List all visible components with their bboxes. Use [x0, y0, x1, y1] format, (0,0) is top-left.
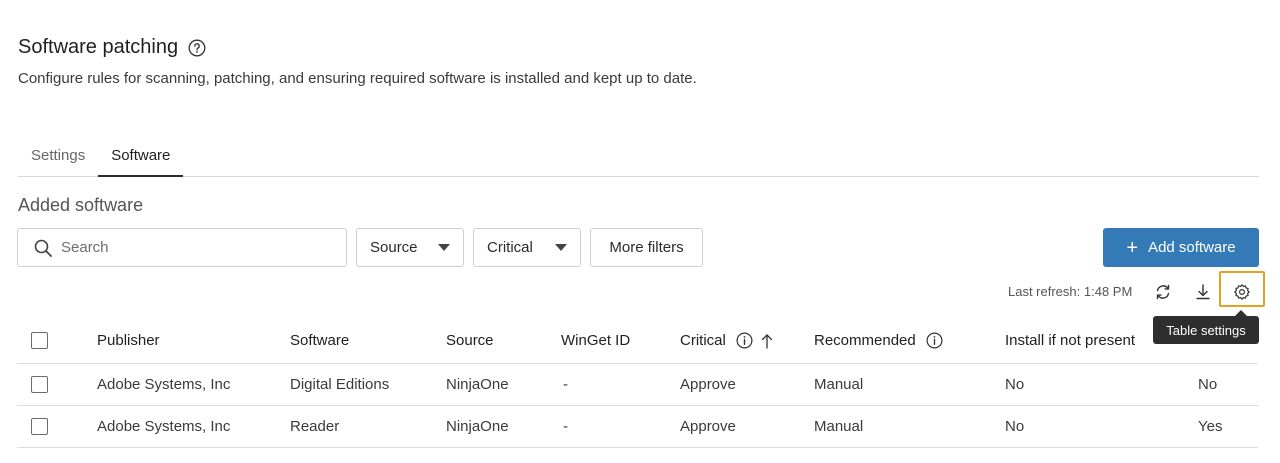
add-software-label: Add software: [1148, 239, 1236, 256]
column-header-software[interactable]: Software: [290, 318, 349, 363]
cell-critical: Approve: [680, 376, 736, 393]
cell-install-if-not-present: No: [1005, 418, 1025, 435]
page-title: Software patching: [18, 36, 206, 59]
page-description: Configure rules for scanning, patching, …: [18, 70, 697, 87]
row-checkbox[interactable]: [31, 376, 48, 393]
column-header-recommended-label: Recommended: [814, 332, 916, 349]
row-select-cell: [31, 406, 48, 447]
cell-extra: No: [1198, 376, 1218, 393]
software-table: Publisher Software Source WinGet ID Crit…: [17, 318, 1258, 448]
search-icon: [33, 238, 53, 258]
tab-software[interactable]: Software: [98, 140, 184, 177]
help-icon[interactable]: [188, 39, 206, 57]
info-icon[interactable]: [926, 332, 943, 349]
search-input[interactable]: [61, 239, 321, 256]
cell-publisher: Adobe Systems, Inc: [97, 376, 231, 393]
cell-winget-id: -: [563, 418, 568, 435]
page-title-text: Software patching: [18, 36, 179, 58]
select-all-cell: [31, 318, 48, 363]
cell-source: NinjaOne: [446, 418, 509, 435]
column-header-recommended[interactable]: Recommended: [814, 318, 943, 363]
column-header-publisher[interactable]: Publisher: [97, 318, 160, 363]
column-header-critical-label: Critical: [680, 332, 726, 349]
more-filters-button[interactable]: More filters: [590, 228, 703, 267]
row-checkbox[interactable]: [31, 418, 48, 435]
section-title: Added software: [18, 195, 144, 215]
cell-software: Reader: [290, 418, 340, 435]
settings-highlight-box: [1219, 271, 1265, 307]
download-icon[interactable]: [1193, 282, 1213, 302]
select-all-checkbox[interactable]: [31, 332, 48, 349]
cell-winget-id: -: [563, 376, 568, 393]
critical-filter-dropdown[interactable]: Critical: [473, 228, 581, 267]
cell-publisher: Adobe Systems, Inc: [97, 418, 231, 435]
row-select-cell: [31, 364, 48, 405]
cell-software: Digital Editions: [290, 376, 390, 393]
cell-source: NinjaOne: [446, 376, 509, 393]
search-box[interactable]: [17, 228, 347, 267]
column-header-install-if-not-present[interactable]: Install if not present: [1005, 318, 1135, 363]
plus-icon: +: [1126, 236, 1139, 259]
table-row[interactable]: Adobe Systems, Inc Reader NinjaOne - App…: [17, 406, 1258, 448]
cell-recommended: Manual: [814, 418, 864, 435]
caret-down-icon: [438, 244, 450, 251]
tab-bar: Settings Software: [18, 140, 1259, 177]
cell-critical: Approve: [680, 418, 736, 435]
source-filter-dropdown[interactable]: Source: [356, 228, 464, 267]
last-refresh-text: Last refresh: 1:48 PM: [1008, 284, 1133, 299]
caret-down-icon: [555, 244, 567, 251]
table-row[interactable]: Adobe Systems, Inc Digital Editions Ninj…: [17, 364, 1258, 406]
tab-settings[interactable]: Settings: [18, 140, 98, 176]
add-software-button[interactable]: + Add software: [1103, 228, 1259, 267]
refresh-icon[interactable]: [1153, 282, 1173, 302]
cell-extra: Yes: [1198, 418, 1223, 435]
column-header-source[interactable]: Source: [446, 318, 494, 363]
cell-install-if-not-present: No: [1005, 376, 1025, 393]
info-icon[interactable]: [736, 332, 753, 349]
source-filter-label: Source: [370, 239, 418, 256]
table-header-row: Publisher Software Source WinGet ID Crit…: [17, 318, 1258, 364]
column-header-winget-id[interactable]: WinGet ID: [561, 318, 630, 363]
cell-recommended: Manual: [814, 376, 864, 393]
column-header-critical[interactable]: Critical: [680, 318, 773, 363]
sort-ascending-icon[interactable]: [761, 333, 773, 349]
critical-filter-label: Critical: [487, 239, 533, 256]
